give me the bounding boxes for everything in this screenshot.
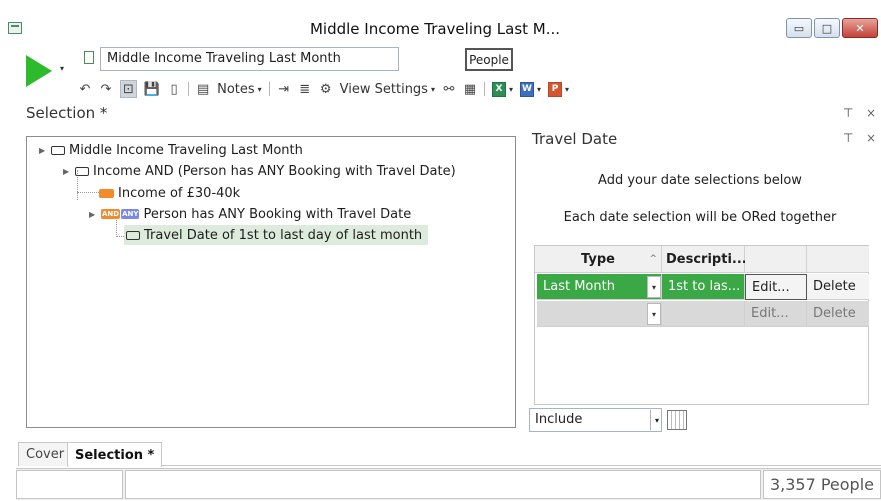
type-cell[interactable]: Last Month: [537, 274, 662, 300]
type-dropdown-icon[interactable]: ▾: [647, 276, 661, 298]
tree-node-label: Person has ANY Booking with Travel Date: [143, 206, 412, 222]
save-icon[interactable]: 💾: [144, 80, 160, 98]
run-dropdown-icon[interactable]: ▾: [60, 64, 64, 73]
tree-node-label: Middle Income Traveling Last Month: [69, 142, 303, 158]
group-icon: [51, 145, 65, 155]
lock-icon[interactable]: ⊡: [120, 80, 137, 98]
pin-icon[interactable]: ⊤: [843, 106, 853, 120]
window-title: Middle Income Traveling Last M...: [309, 20, 561, 38]
toolbar-divider: [268, 82, 270, 96]
tree-node-label: Travel Date of 1st to last day of last m…: [144, 227, 423, 243]
minimize-button[interactable]: ▭: [786, 18, 812, 38]
description-cell[interactable]: 1st to las...: [662, 274, 745, 300]
column-header-type[interactable]: Type ^: [535, 246, 662, 273]
redo-icon[interactable]: ↷: [99, 80, 113, 98]
expand-icon[interactable]: ▶: [39, 146, 47, 155]
view-settings-button[interactable]: View Settings: [340, 82, 428, 97]
tree-node-root[interactable]: ▶ Middle Income Traveling Last Month: [39, 140, 303, 160]
and-any-icon: AND ANY: [101, 209, 140, 219]
page-icon[interactable]: ▯: [167, 80, 181, 98]
maximize-button[interactable]: □: [814, 18, 840, 38]
notes-icon[interactable]: ▤: [196, 80, 210, 98]
criteria-icon: [99, 188, 114, 198]
pin-icon[interactable]: ⊤: [843, 131, 853, 145]
close-icon[interactable]: ×: [866, 106, 876, 120]
word-export-icon[interactable]: W: [520, 81, 534, 97]
app-icon: [8, 22, 22, 34]
secondary-toolbar: ↶ ↷ ⊡ 💾 ▯ ▤ Notes ▾ ⇥ ≣ ⚙ View Settings …: [78, 78, 569, 100]
toolbar-divider: [483, 82, 485, 96]
selection-heading: Selection *: [26, 104, 108, 122]
grid-icon[interactable]: ▦: [463, 80, 477, 98]
powerpoint-dropdown-icon[interactable]: ▾: [565, 85, 569, 94]
column-header-description[interactable]: Descripti...: [662, 246, 747, 273]
expand-icon[interactable]: ▶: [89, 210, 97, 219]
settings-icon[interactable]: ⚙: [319, 80, 333, 98]
indent-icon[interactable]: ⇥: [277, 80, 291, 98]
description-cell[interactable]: [662, 301, 745, 327]
column-header-delete: [807, 246, 869, 273]
and-badge: AND: [101, 209, 121, 219]
delete-button[interactable]: Delete: [807, 301, 869, 327]
date-selection-grid: Type ^ Descripti... Last Month ▾ 1st to …: [534, 245, 869, 405]
tree-node-travel-date[interactable]: Travel Date of 1st to last day of last m…: [124, 225, 429, 245]
tab-cover[interactable]: Cover: [18, 442, 73, 466]
any-badge: ANY: [121, 209, 140, 219]
include-select[interactable]: Include: [529, 408, 662, 432]
powerpoint-export-icon[interactable]: P: [548, 81, 563, 97]
panel-info-text: Each date selection will be ORed togethe…: [563, 210, 837, 225]
column-header-edit: [745, 246, 807, 273]
column-header-label: Descripti...: [666, 251, 747, 267]
edit-button[interactable]: Edit...: [745, 301, 807, 327]
status-cell: [125, 470, 761, 499]
tree-node-income[interactable]: Income of £30-40k: [99, 183, 240, 203]
run-icon[interactable]: [26, 55, 52, 87]
tree-node-label: Income AND (Person has ANY Booking with …: [93, 163, 456, 179]
excel-dropdown-icon[interactable]: ▾: [509, 85, 513, 94]
delete-button[interactable]: Delete: [807, 274, 869, 300]
notes-dropdown-icon[interactable]: ▾: [258, 85, 262, 94]
tree-connector: [77, 192, 99, 193]
status-cell: [16, 470, 123, 499]
panel-info-text: Add your date selections below: [598, 173, 802, 188]
tree-node-label: Income of £30-40k: [118, 185, 241, 201]
selection-tree[interactable]: ▶ Middle Income Traveling Last Month ▶ I…: [26, 136, 516, 428]
group-icon: [75, 166, 89, 176]
network-icon[interactable]: ⚯: [442, 80, 456, 98]
type-cell[interactable]: [537, 301, 662, 327]
notes-button[interactable]: Notes: [217, 82, 255, 97]
group-icon: [126, 230, 140, 240]
selection-name-input[interactable]: Middle Income Traveling Last Month: [100, 47, 399, 71]
type-dropdown-icon[interactable]: ▾: [647, 303, 661, 325]
outdent-icon[interactable]: ≣: [298, 80, 312, 98]
people-button[interactable]: People: [465, 48, 513, 71]
calendar-icon[interactable]: [667, 410, 687, 430]
document-icon: [84, 51, 94, 64]
expand-icon[interactable]: ▶: [63, 167, 71, 176]
include-dropdown-icon[interactable]: ▾: [650, 410, 663, 430]
view-settings-dropdown-icon[interactable]: ▾: [431, 85, 435, 94]
close-window-button[interactable]: ✕: [842, 18, 878, 38]
type-value: Last Month: [543, 279, 615, 294]
edit-button[interactable]: Edit...: [745, 274, 807, 300]
tree-node-and-group[interactable]: ▶ Income AND (Person has ANY Booking wit…: [63, 161, 456, 181]
tab-selection[interactable]: Selection *: [67, 442, 163, 467]
column-header-label: Type: [581, 251, 615, 267]
toolbar-divider: [188, 82, 190, 96]
people-count: 3,357 People: [763, 470, 881, 499]
sort-icon: ^: [649, 254, 657, 264]
word-dropdown-icon[interactable]: ▾: [537, 85, 541, 94]
panel-title: Travel Date: [532, 130, 618, 148]
undo-icon[interactable]: ↶: [78, 80, 92, 98]
tree-connector: [116, 236, 124, 237]
tree-node-person-booking[interactable]: ▶ AND ANY Person has ANY Booking with Tr…: [89, 204, 411, 224]
excel-export-icon[interactable]: X: [491, 81, 506, 97]
close-icon[interactable]: ×: [866, 131, 876, 145]
